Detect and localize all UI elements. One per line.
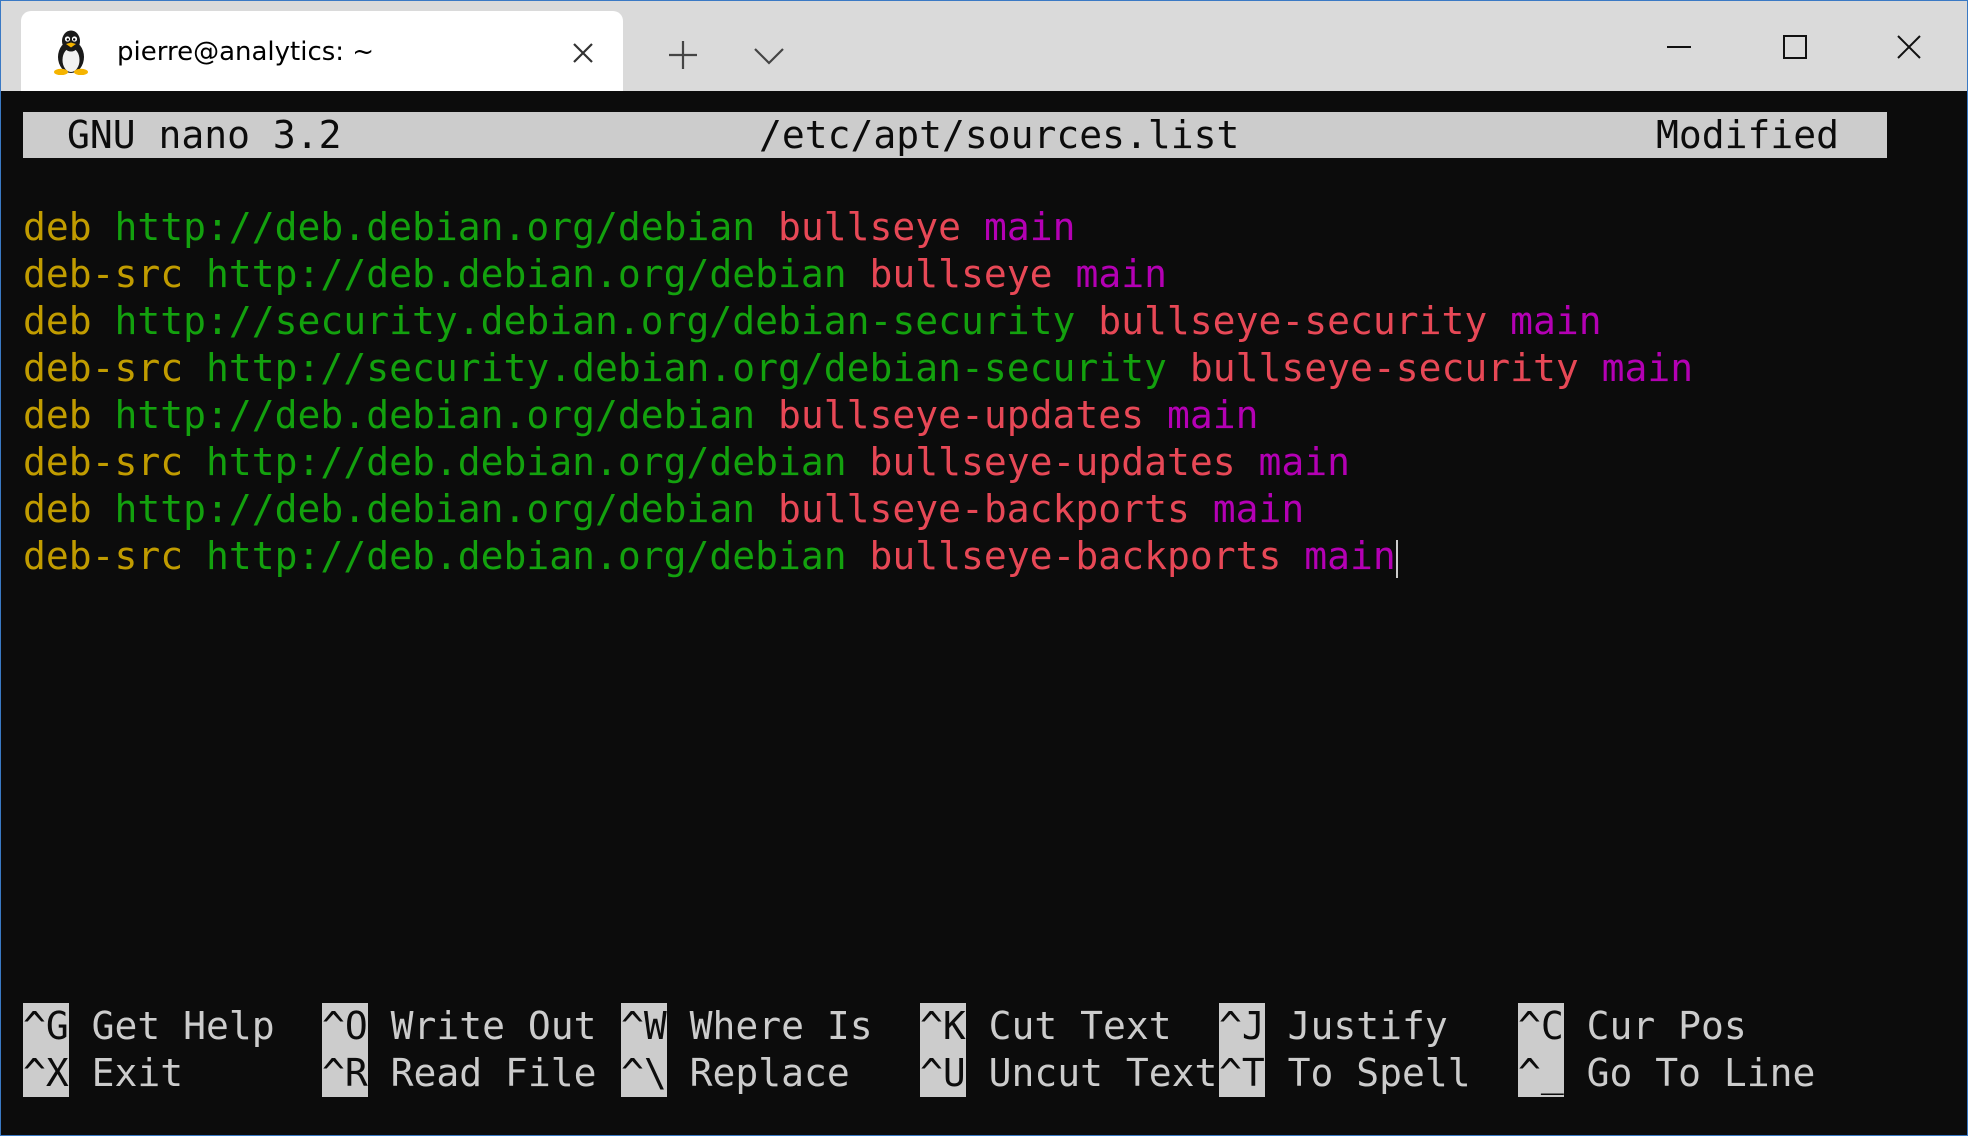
plus-icon[interactable] [659,31,707,79]
source-line[interactable]: deb http://deb.debian.org/debian bullsey… [23,486,1693,533]
linux-penguin-icon [54,30,88,75]
source-line[interactable]: deb http://security.debian.org/debian-se… [23,298,1693,345]
close-icon[interactable] [563,33,603,73]
repo-url: http://security.debian.org/debian-securi… [114,299,1076,343]
text-cursor [1395,539,1398,578]
shortcut-label: Go To Line [1563,1051,1816,1095]
source-line[interactable]: deb http://deb.debian.org/debian bullsey… [23,204,1693,251]
source-line[interactable]: deb-src http://deb.debian.org/debian bul… [23,533,1693,580]
shortcut-label: Read File [367,1051,597,1095]
repo-type: deb [23,299,92,343]
repo-type: deb [23,205,92,249]
repo-distribution: bullseye [869,252,1053,296]
repo-url: http://deb.debian.org/debian [114,487,756,531]
shortcut-key: ^K [920,1003,966,1050]
repo-component: main [1166,393,1259,437]
tab-title: pierre@analytics: ~ [117,37,375,67]
repo-type: deb [23,487,92,531]
shortcut-label: Where Is [666,1004,873,1048]
source-line[interactable]: deb-src http://deb.debian.org/debian bul… [23,439,1693,486]
shortcut-label: Cut Text [965,1004,1172,1048]
repo-url: http://deb.debian.org/debian [206,440,847,484]
shortcut-key: ^U [920,1050,966,1097]
repo-distribution: bullseye [778,205,962,249]
chevron-down-icon[interactable] [745,31,793,79]
repo-component: main [1075,252,1167,296]
repo-component: main [1212,487,1305,531]
repo-component: main [1601,346,1694,390]
shortcut-cur-pos[interactable]: ^C Cur Pos [1518,1003,1747,1050]
repo-distribution: bullseye-updates [869,440,1236,484]
nano-status: Modified [1655,113,1839,157]
shortcut-key: ^R [322,1050,368,1097]
repo-distribution: bullseye-security [1189,346,1579,390]
terminal-area[interactable]: GNU nano 3.2 /etc/apt/sources.list Modif… [1,91,1967,1135]
close-icon[interactable] [1885,23,1933,71]
repo-url: http://security.debian.org/debian-securi… [206,346,1167,390]
repo-type: deb [23,393,92,437]
shortcut-justify[interactable]: ^J Justify [1219,1003,1448,1050]
nano-filename: /etc/apt/sources.list [759,113,1240,157]
repo-type: deb-src [23,440,184,484]
maximize-icon[interactable] [1771,23,1819,71]
shortcut-label: Write Out [367,1004,597,1048]
shortcut-read-file[interactable]: ^R Read File [322,1050,597,1097]
repo-component: main [1510,299,1602,343]
repo-type: deb-src [23,346,184,390]
shortcut-write-out[interactable]: ^O Write Out [322,1003,597,1050]
repo-type: deb-src [23,252,184,296]
shortcut-key: ^_ [1518,1050,1564,1097]
shortcut-where-is[interactable]: ^W Where Is [621,1003,873,1050]
repo-url: http://deb.debian.org/debian [206,534,847,578]
title-bar[interactable]: pierre@analytics: ~ [1,1,1967,91]
shortcut-label: Justify [1264,1004,1448,1048]
repo-component: main [1258,440,1350,484]
shortcut-to-spell[interactable]: ^T To Spell [1219,1050,1471,1097]
shortcut-label: Get Help [68,1004,275,1048]
shortcut-get-help[interactable]: ^G Get Help [23,1003,275,1050]
shortcut-label: To Spell [1264,1051,1471,1095]
shortcut-label: Exit [68,1051,184,1095]
source-line[interactable]: deb-src http://deb.debian.org/debian bul… [23,251,1693,298]
repo-distribution: bullseye-updates [778,393,1145,437]
shortcut-label: Replace [666,1051,850,1095]
repo-component: main [983,205,1076,249]
repo-component: main [1304,534,1396,578]
source-line[interactable]: deb-src http://security.debian.org/debia… [23,345,1693,392]
source-line[interactable]: deb http://deb.debian.org/debian bullsey… [23,392,1693,439]
repo-url: http://deb.debian.org/debian [114,205,756,249]
shortcut-label: Cur Pos [1563,1004,1747,1048]
shortcut-key: ^G [23,1003,69,1050]
terminal-window: pierre@analytics: ~ GNU nano 3.2 /etc/ap… [0,0,1968,1136]
minimize-icon[interactable] [1655,23,1703,71]
repo-distribution: bullseye-security [1098,299,1488,343]
editor-content[interactable]: deb http://deb.debian.org/debian bullsey… [23,204,1693,580]
shortcut-replace[interactable]: ^\ Replace [621,1050,850,1097]
shortcut-key: ^W [621,1003,667,1050]
repo-distribution: bullseye-backports [778,487,1190,531]
shortcut-key: ^O [322,1003,368,1050]
shortcut-cut-text[interactable]: ^K Cut Text [920,1003,1172,1050]
shortcut-label: Uncut Text [965,1051,1218,1095]
nano-version: GNU nano 3.2 [67,113,342,157]
shortcut-key: ^J [1219,1003,1265,1050]
shortcut-key: ^C [1518,1003,1564,1050]
shortcut-key: ^T [1219,1050,1265,1097]
terminal-tab[interactable]: pierre@analytics: ~ [21,11,623,91]
shortcut-uncut-text[interactable]: ^U Uncut Text [920,1050,1217,1097]
repo-type: deb-src [23,534,184,578]
repo-distribution: bullseye-backports [869,534,1282,578]
shortcut-key: ^X [23,1050,69,1097]
repo-url: http://deb.debian.org/debian [114,393,756,437]
nano-header-bar: GNU nano 3.2 /etc/apt/sources.list Modif… [23,112,1887,158]
shortcut-exit[interactable]: ^X Exit [23,1050,183,1097]
shortcut-key: ^\ [621,1050,667,1097]
shortcut-go-to-line[interactable]: ^_ Go To Line [1518,1050,1815,1097]
repo-url: http://deb.debian.org/debian [206,252,847,296]
